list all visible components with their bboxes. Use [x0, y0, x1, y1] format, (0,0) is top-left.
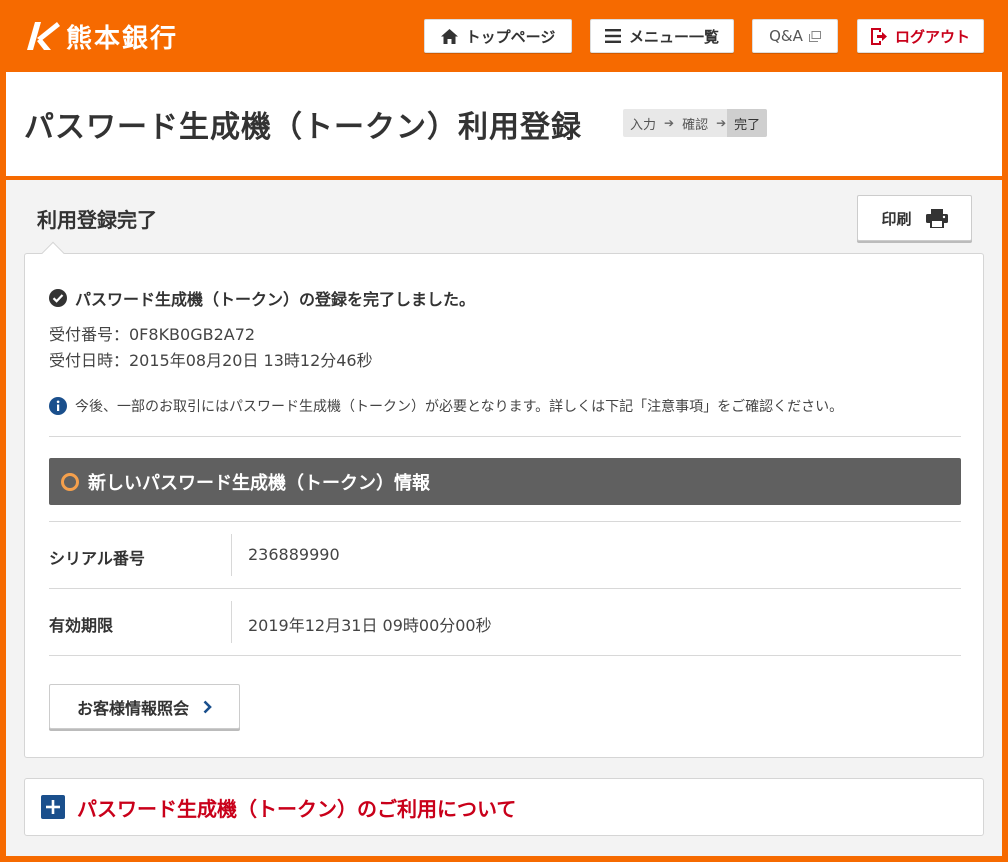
page-title-band: パスワード生成機（トークン）利用登録 入力 ➔ 確認 ➔ 完了: [6, 72, 1002, 176]
step-confirm: 確認: [682, 117, 709, 133]
customer-info-label: お客様情報照会: [76, 698, 189, 718]
hamburger-menu-icon: [604, 29, 621, 43]
bank-logo[interactable]: 熊本銀行: [24, 18, 178, 54]
main-content: 利用登録完了 印刷 パスワード生成機（トークン）の登録を完了しました。 受付番号…: [6, 180, 1002, 856]
logout-label: ログアウト: [894, 27, 970, 46]
expiry-row: 有効期限 2019年12月31日 09時00分00秒: [49, 589, 961, 655]
print-button[interactable]: 印刷: [857, 195, 972, 241]
global-header: 熊本銀行 トップページ メニュー一覧 Q&A ログアウト: [0, 0, 1008, 72]
page-title: パスワード生成機（トークン）利用登録: [24, 110, 582, 145]
chevron-right-icon: [203, 700, 212, 714]
divider: [49, 655, 961, 656]
home-icon: [440, 28, 458, 44]
printer-icon: [925, 208, 948, 228]
menu-list-label: メニュー一覧: [628, 27, 719, 46]
step-complete: 完了: [727, 109, 768, 137]
registration-result-card: パスワード生成機（トークン）の登録を完了しました。 受付番号：0F8KB0GB2…: [24, 241, 984, 758]
token-info-heading-text: 新しいパスワード生成機（トークン）情報: [88, 472, 430, 494]
serial-number-label: シリアル番号: [49, 549, 145, 568]
notice-text: 今後、一部のお取引にはパスワード生成機（トークン）が必要となります。詳しくは下記…: [75, 399, 844, 415]
qa-link-button[interactable]: Q&A: [752, 19, 838, 53]
expiry-label: 有効期限: [49, 616, 114, 635]
logout-button[interactable]: ログアウト: [857, 19, 984, 53]
token-info-heading: 新しいパスワード生成機（トークン）情報: [49, 458, 961, 505]
section-title: 利用登録完了: [37, 208, 157, 232]
qa-label: Q&A: [769, 27, 803, 45]
top-page-label: トップページ: [465, 27, 556, 46]
customer-info-button[interactable]: お客様情報照会: [49, 684, 240, 729]
menu-list-button[interactable]: メニュー一覧: [590, 19, 734, 53]
divider: [49, 436, 961, 437]
top-page-button[interactable]: トップページ: [424, 19, 572, 53]
arrow-right-icon: ➔: [664, 116, 675, 130]
check-circle-icon: [49, 289, 67, 307]
serial-number-value: 236889990: [248, 545, 340, 564]
step-input: 入力: [630, 117, 657, 133]
completion-text: パスワード生成機（トークン）の登録を完了しました。: [75, 290, 476, 309]
token-usage-accordion[interactable]: パスワード生成機（トークン）のご利用について: [24, 778, 984, 836]
arrow-right-icon: ➔: [716, 116, 727, 130]
print-label: 印刷: [881, 209, 912, 228]
external-window-icon: [808, 30, 821, 42]
token-usage-accordion-label: パスワード生成機（トークン）のご利用について: [77, 796, 517, 821]
ring-bullet-icon: [61, 472, 79, 491]
receipt-number: 受付番号：0F8KB0GB2A72: [49, 325, 256, 344]
step-indicator: 入力 ➔ 確認 ➔ 完了: [623, 109, 768, 137]
bank-name: 熊本銀行: [66, 23, 179, 54]
completion-message: パスワード生成機（トークン）の登録を完了しました。: [49, 286, 475, 310]
plus-icon: [41, 795, 65, 819]
expiry-value: 2019年12月31日 09時00分00秒: [248, 616, 492, 635]
info-icon: [49, 397, 67, 415]
notice-message: 今後、一部のお取引にはパスワード生成機（トークン）が必要となります。詳しくは下記…: [49, 396, 843, 416]
serial-number-row: シリアル番号 236889990: [49, 522, 961, 588]
logout-door-icon: [870, 27, 887, 45]
bank-logo-mark-icon: [27, 22, 60, 50]
receipt-datetime: 受付日時：2015年08月20日 13時12分46秒: [49, 351, 373, 370]
